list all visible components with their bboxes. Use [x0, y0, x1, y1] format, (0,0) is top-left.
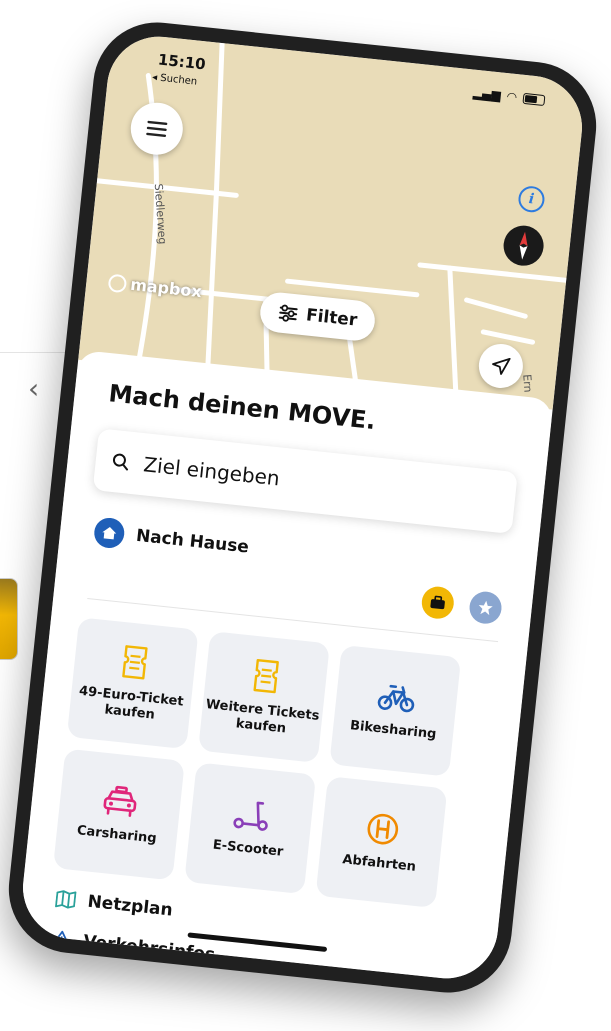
destination-input[interactable] [140, 451, 446, 509]
street-label: Ern [520, 373, 535, 393]
netzplan-link[interactable]: Netzplan [55, 888, 174, 921]
briefcase-glyph [430, 595, 445, 610]
background-thumbnail [0, 578, 18, 660]
filter-label: Filter [305, 305, 359, 331]
phone-mockup: 15:10 ◂ Suchen ▂▄▆ ◠ i mapbox Siedlerweg… [2, 16, 603, 999]
signal-icon: ▂▄▆ [472, 85, 502, 103]
wifi-icon: ◠ [505, 89, 518, 105]
tile-label: Weitere Tickets kaufen [205, 696, 321, 737]
battery-icon [522, 92, 546, 106]
back-to-app-link[interactable]: ◂ Suchen [152, 72, 198, 88]
ticket-icon [122, 644, 148, 680]
sliders-icon [278, 304, 298, 322]
star-glyph [478, 600, 493, 616]
car-icon [103, 785, 137, 817]
tile-e-scooter[interactable]: E-Scooter [184, 762, 317, 895]
home-shortcut[interactable]: Nach Hause [92, 516, 251, 562]
home-icon [92, 516, 126, 550]
tile-abfahrten[interactable]: Abfahrten [315, 776, 448, 909]
tile-weitere-tickets[interactable]: Weitere Tickets kaufen [198, 631, 330, 763]
tile-label: Bikesharing [349, 718, 438, 743]
compass-needle [519, 231, 528, 260]
map-icon [55, 890, 77, 909]
ticket-icon [253, 658, 279, 694]
service-tiles: 49-Euro-Ticket kaufen Weitere Tickets ka… [52, 617, 462, 909]
location-arrow-icon [492, 357, 511, 375]
home-label: Nach Hause [135, 525, 250, 558]
hamburger-icon [146, 120, 168, 137]
map-view[interactable]: 15:10 ◂ Suchen ▂▄▆ ◠ i mapbox Siedlerweg… [78, 31, 588, 410]
chevron-left-icon[interactable]: ‹ [28, 372, 39, 405]
house-glyph [102, 526, 117, 540]
bottom-sheet: Mach deinen MOVE. Nach Hause [17, 349, 554, 984]
tile-bikesharing[interactable]: Bikesharing [329, 644, 462, 777]
scooter-icon [233, 801, 268, 831]
favorites-row [420, 585, 504, 626]
tile-49-euro-ticket[interactable]: 49-Euro-Ticket kaufen [66, 617, 199, 750]
app-screen: 15:10 ◂ Suchen ▂▄▆ ◠ i mapbox Siedlerweg… [17, 31, 588, 984]
star-icon[interactable] [467, 590, 504, 626]
search-icon [112, 453, 129, 471]
tile-label: Abfahrten [341, 852, 417, 875]
bus-stop-icon [367, 813, 399, 845]
compass-icon[interactable] [501, 223, 546, 268]
link-label: Netzplan [86, 891, 174, 921]
tile-label: E-Scooter [212, 837, 284, 860]
status-icons: ▂▄▆ ◠ [472, 85, 546, 107]
mapbox-logo-mark [107, 273, 128, 293]
tile-label: 49-Euro-Ticket kaufen [78, 683, 185, 723]
tile-label: Carsharing [76, 823, 158, 847]
work-icon[interactable] [420, 585, 456, 621]
search-box[interactable] [92, 428, 518, 534]
status-time: 15:10 [157, 50, 207, 74]
page-title: Mach deinen MOVE. [107, 379, 377, 436]
tile-carsharing[interactable]: Carsharing [52, 748, 185, 881]
bike-icon [377, 684, 415, 713]
